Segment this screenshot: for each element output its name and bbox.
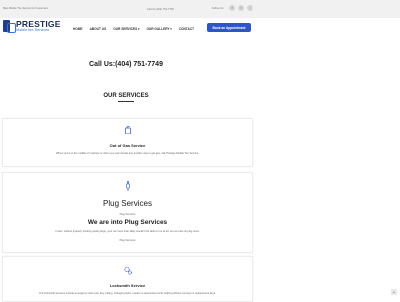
- instagram-icon[interactable]: ○: [247, 5, 254, 11]
- facebook-icon[interactable]: f: [229, 5, 236, 11]
- call-heading[interactable]: Call Us:(404) 751-7749: [0, 61, 252, 68]
- service-card-out-of-gas[interactable]: Out of Gas Service When you're in the mi…: [2, 118, 253, 167]
- heading-underline: [118, 101, 134, 102]
- service-description: In fact, without properly working spark …: [55, 230, 200, 233]
- logo-icon: [3, 20, 16, 34]
- site-header: PRESTIGE Mobile tire Services HOME ABOUT…: [0, 18, 400, 40]
- topbar-phone[interactable]: Call Us:(404) 751-7749: [147, 8, 174, 11]
- main-nav: HOME ABOUT US OUR SERVICES OUR GALLERY C…: [73, 27, 194, 31]
- gears-icon: [123, 266, 132, 277]
- gas-can-icon: [124, 126, 131, 136]
- plug-icon: [125, 181, 130, 193]
- service-card-plug[interactable]: Plug Services Plug Services We are into …: [2, 172, 253, 253]
- nav-our-services[interactable]: OUR SERVICES: [113, 27, 139, 31]
- service-title: Locksmith Service: [109, 283, 146, 288]
- service-title: Plug Services: [103, 199, 152, 208]
- nav-our-gallery[interactable]: OUR GALLERY: [146, 27, 171, 31]
- follow-us-label: Follow Us:: [212, 6, 225, 10]
- service-tag: Plug Services: [119, 239, 136, 242]
- service-description: Our locksmith services include emergency…: [39, 292, 216, 295]
- logo-tagline: Mobile tire Services: [16, 27, 50, 32]
- services-heading: OUR SERVICES: [103, 93, 149, 99]
- tagline: Best Mobile Tire Service for Customers: [3, 7, 48, 10]
- service-breadcrumb: Plug Services: [119, 213, 136, 216]
- nav-contact[interactable]: CONTACT: [179, 27, 194, 31]
- service-description: When you're in the middle of nowhere or …: [55, 152, 199, 155]
- service-subtitle: We are into Plug Services: [87, 219, 168, 226]
- site-logo[interactable]: PRESTIGE Mobile tire Services: [3, 20, 61, 34]
- twitter-icon[interactable]: t: [238, 5, 245, 11]
- service-card-locksmith[interactable]: Locksmith Service Our locksmith services…: [2, 256, 253, 302]
- top-bar: Best Mobile Tire Service for Customers C…: [0, 0, 400, 19]
- book-appointment-button[interactable]: Book an Appointment: [207, 23, 251, 32]
- nav-home[interactable]: HOME: [73, 27, 83, 31]
- chevron-up-icon[interactable]: ▲: [391, 289, 397, 295]
- service-title: Out of Gas Service: [109, 143, 146, 148]
- social-links: Follow Us: f t ○: [212, 5, 254, 11]
- nav-about-us[interactable]: ABOUT US: [90, 27, 107, 31]
